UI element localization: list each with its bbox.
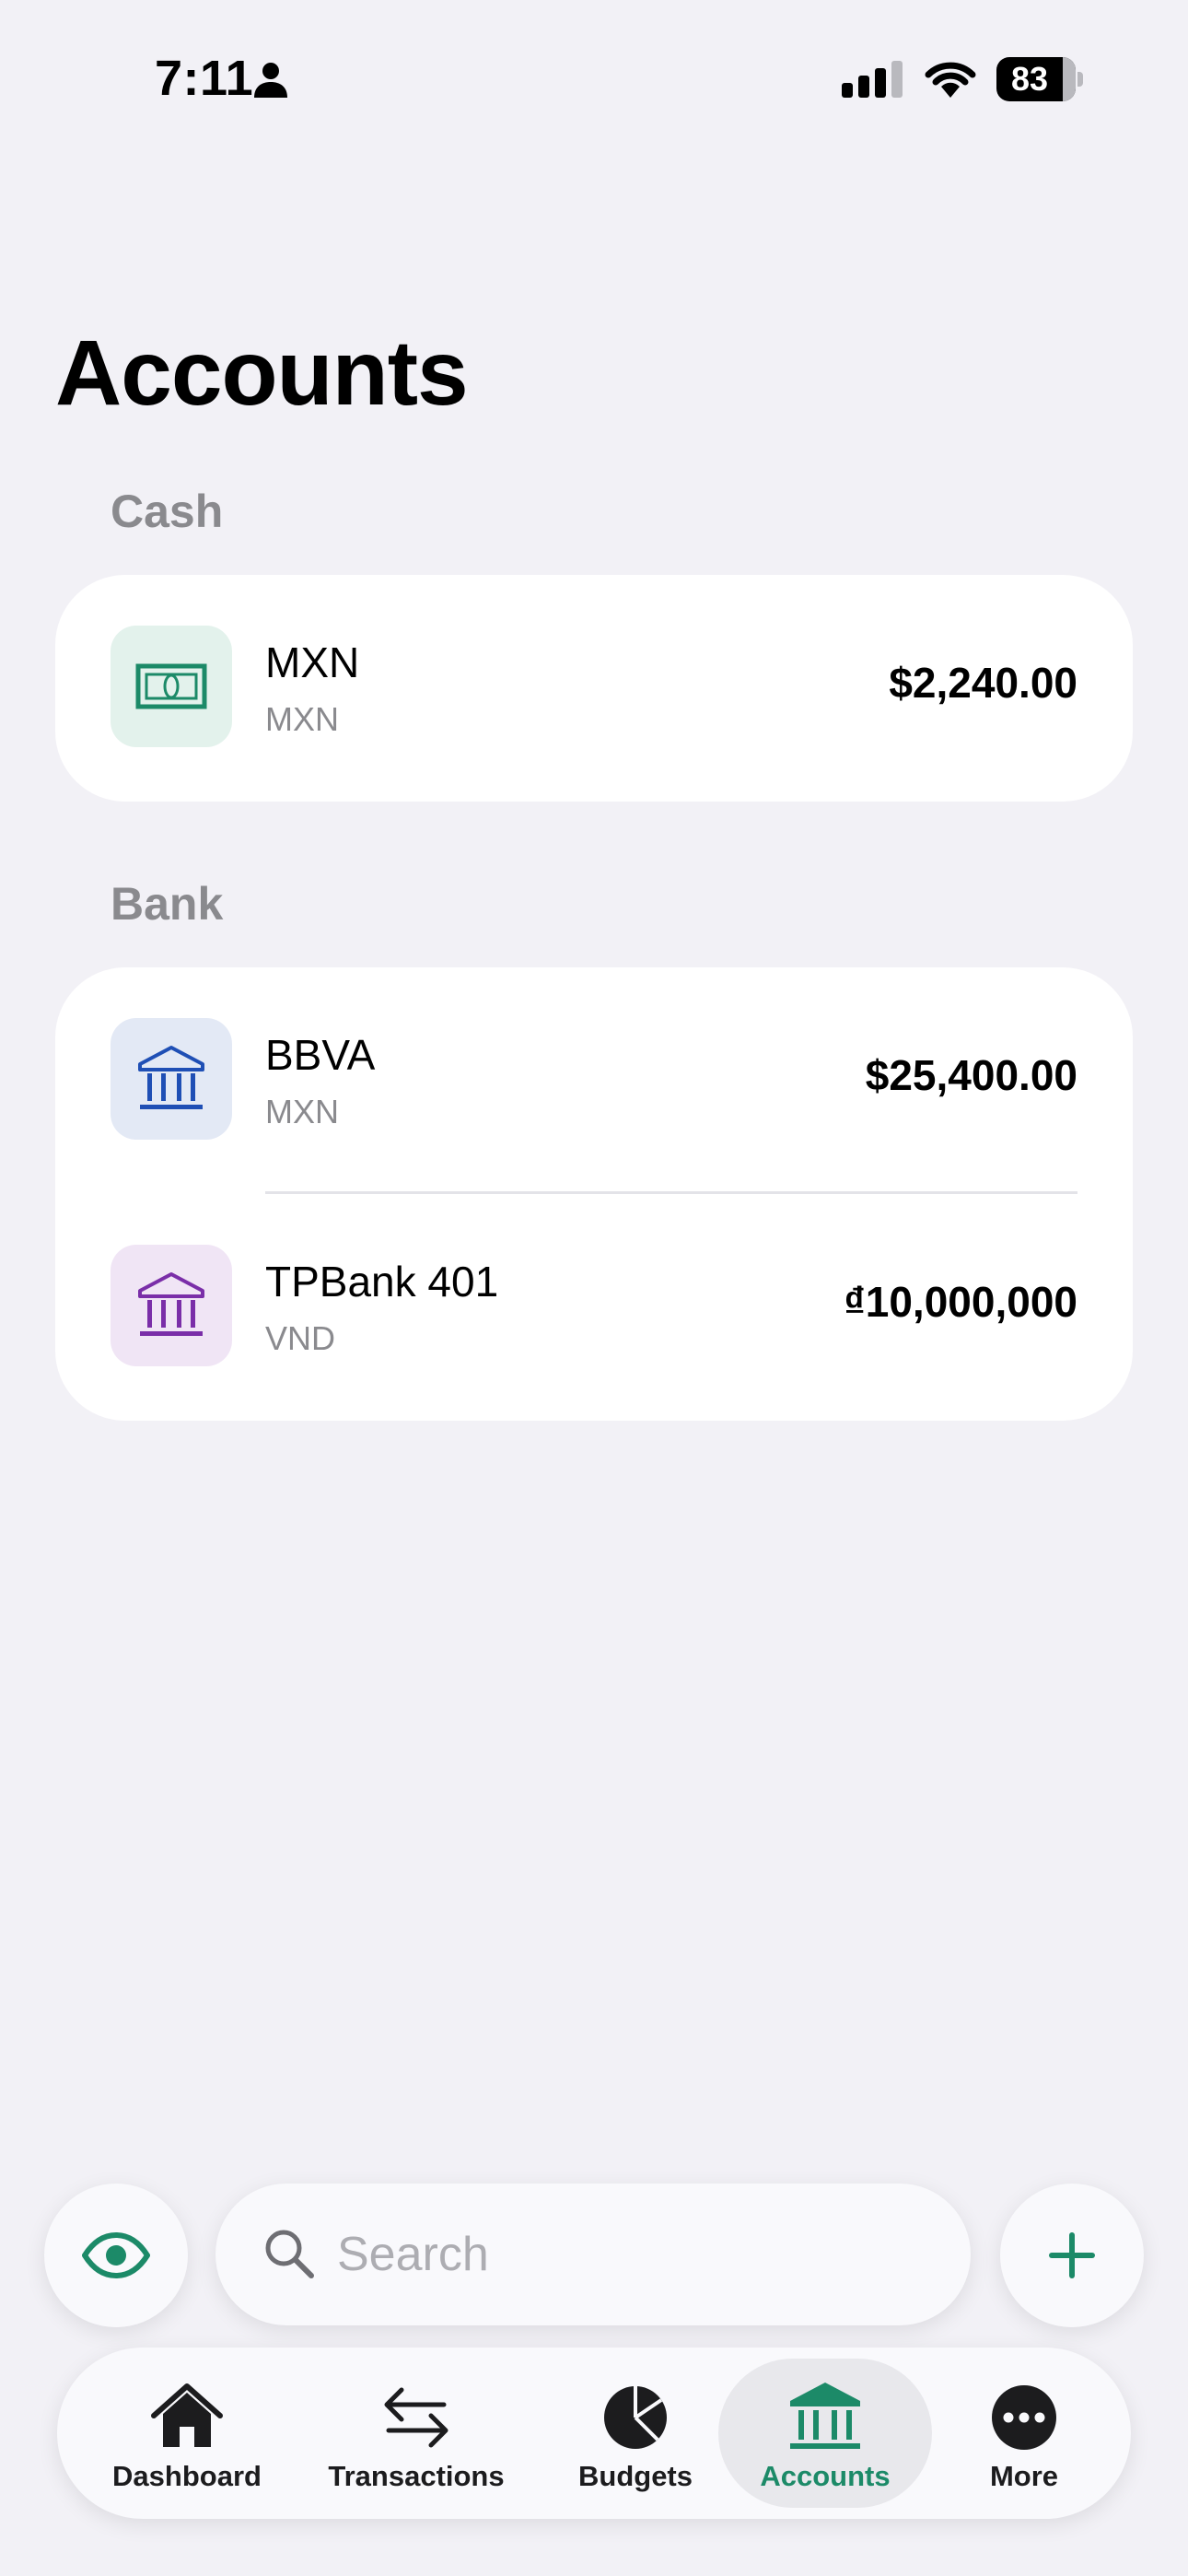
tab-label: More — [989, 2460, 1059, 2492]
status-bar: 7:11 83 — [0, 0, 1188, 157]
account-balance: ₫10,000,000 — [844, 1278, 1077, 1326]
arrows-left-right-icon — [384, 2387, 448, 2448]
eye-icon — [82, 2232, 150, 2278]
search-bar[interactable] — [215, 2184, 971, 2325]
account-row-tpbank-401[interactable]: TPBank 401 VND ₫10,000,000 — [55, 1194, 1133, 1421]
account-icon-tile — [111, 1018, 232, 1140]
screen: 7:11 83 Accounts Cash MXN MXN $2,240.00 … — [0, 0, 1188, 2576]
tab-transactions[interactable]: Transactions — [304, 2359, 529, 2508]
battery-empty-portion — [1063, 57, 1076, 101]
add-account-button[interactable] — [1000, 2184, 1144, 2327]
bank-icon — [138, 1046, 204, 1109]
account-currency: VND — [265, 1319, 336, 1357]
account-balance: $2,240.00 — [889, 659, 1077, 707]
plus-icon — [1049, 2232, 1095, 2278]
pie-chart-icon — [604, 2386, 667, 2449]
tab-label: Accounts — [760, 2460, 891, 2492]
account-name: TPBank 401 — [265, 1258, 499, 1306]
banknote-icon — [135, 663, 207, 709]
tab-label: Transactions — [328, 2460, 505, 2492]
status-time: 7:11 — [155, 51, 254, 106]
account-name: BBVA — [265, 1031, 376, 1079]
tab-more[interactable]: More — [941, 2359, 1107, 2508]
battery-body: 83 — [996, 57, 1076, 101]
account-balance: $25,400.00 — [865, 1051, 1077, 1099]
battery-level: 83 — [1010, 60, 1049, 98]
bank-icon — [790, 2383, 860, 2449]
account-row-mxn-cash[interactable]: MXN MXN $2,240.00 — [55, 575, 1133, 802]
tab-label: Budgets — [578, 2460, 693, 2492]
section-header-cash: Cash — [111, 486, 224, 537]
account-currency: MXN — [265, 1093, 339, 1130]
account-icon-tile — [111, 626, 232, 747]
wifi-icon — [925, 62, 976, 98]
tab-dashboard[interactable]: Dashboard — [83, 2359, 291, 2508]
ellipsis-circle-icon — [992, 2385, 1056, 2450]
tab-accounts[interactable]: Accounts — [718, 2359, 932, 2508]
search-input[interactable] — [337, 2184, 926, 2325]
house-icon — [151, 2383, 223, 2447]
account-row-bbva[interactable]: BBVA MXN $25,400.00 — [55, 967, 1133, 1194]
tab-bar: Dashboard Transactions Budgets Accounts … — [57, 2348, 1131, 2519]
search-icon — [265, 2230, 314, 2278]
section-header-bank: Bank — [111, 878, 224, 930]
page-title: Accounts — [55, 322, 469, 425]
bank-icon — [138, 1272, 204, 1336]
visibility-toggle-button[interactable] — [44, 2184, 188, 2327]
bank-accounts-card: BBVA MXN $25,400.00 TPBank 401 VND ₫10,0… — [55, 967, 1133, 1421]
battery-indicator: 83 — [996, 57, 1085, 101]
cellular-signal-icon — [842, 61, 903, 98]
cash-accounts-card: MXN MXN $2,240.00 — [55, 575, 1133, 802]
account-icon-tile — [111, 1245, 232, 1366]
person-icon — [254, 63, 287, 98]
battery-cap — [1077, 72, 1083, 87]
tab-budgets[interactable]: Budgets — [542, 2359, 729, 2508]
tab-label: Dashboard — [112, 2460, 262, 2492]
account-currency: MXN — [265, 700, 339, 738]
account-name: MXN — [265, 638, 360, 686]
